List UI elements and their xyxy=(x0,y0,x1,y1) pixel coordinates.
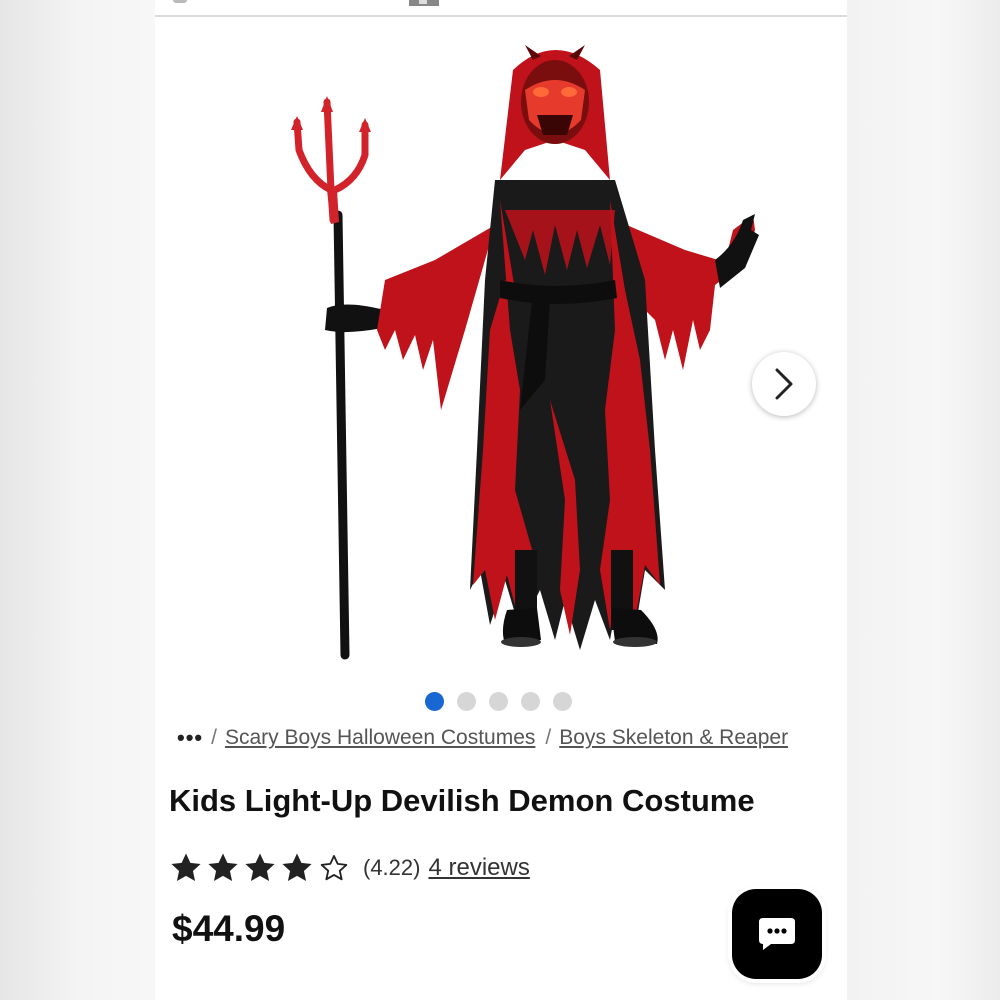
top-bar xyxy=(155,0,847,17)
star-rating[interactable] xyxy=(169,851,351,885)
breadcrumb-separator: / xyxy=(211,726,217,749)
chevron-right-icon xyxy=(775,368,793,400)
carousel-dot[interactable] xyxy=(521,692,540,711)
product-rating: (4.22) 4 reviews xyxy=(169,846,530,890)
top-bar-icon xyxy=(409,0,439,6)
next-image-button[interactable] xyxy=(752,352,816,416)
carousel-dots xyxy=(425,692,572,712)
product-price: $44.99 xyxy=(172,908,286,949)
carousel-dot[interactable] xyxy=(457,692,476,711)
top-bar-fragment xyxy=(173,0,187,3)
breadcrumb-link-scary-boys[interactable]: Scary Boys Halloween Costumes xyxy=(225,726,535,750)
star-filled-icon xyxy=(171,853,201,882)
carousel-dot[interactable] xyxy=(489,692,508,711)
star-filled-icon xyxy=(245,853,275,882)
reviews-link[interactable]: 4 reviews xyxy=(428,854,529,882)
star-filled-icon xyxy=(282,853,312,882)
product-title: Kids Light-Up Devilish Demon Costume xyxy=(169,783,755,818)
product-image[interactable] xyxy=(215,30,795,670)
breadcrumb: ••• / Scary Boys Halloween Costumes / Bo… xyxy=(177,724,837,752)
carousel-dot[interactable] xyxy=(425,692,444,711)
chat-bubble-icon xyxy=(759,918,795,950)
product-page: ••• / Scary Boys Halloween Costumes / Bo… xyxy=(155,0,847,1000)
breadcrumb-link-skeleton-reaper[interactable]: Boys Skeleton & Reaper xyxy=(559,726,788,750)
star-outline-icon xyxy=(320,855,348,881)
star-filled-icon xyxy=(208,853,238,882)
trident-prop xyxy=(291,96,371,660)
breadcrumb-more-button[interactable]: ••• xyxy=(177,725,203,751)
chat-button[interactable] xyxy=(732,889,822,979)
breadcrumb-separator: / xyxy=(545,726,552,749)
background-right xyxy=(847,0,1000,1000)
rating-value: (4.22) xyxy=(363,855,421,880)
carousel-dot[interactable] xyxy=(553,692,572,711)
